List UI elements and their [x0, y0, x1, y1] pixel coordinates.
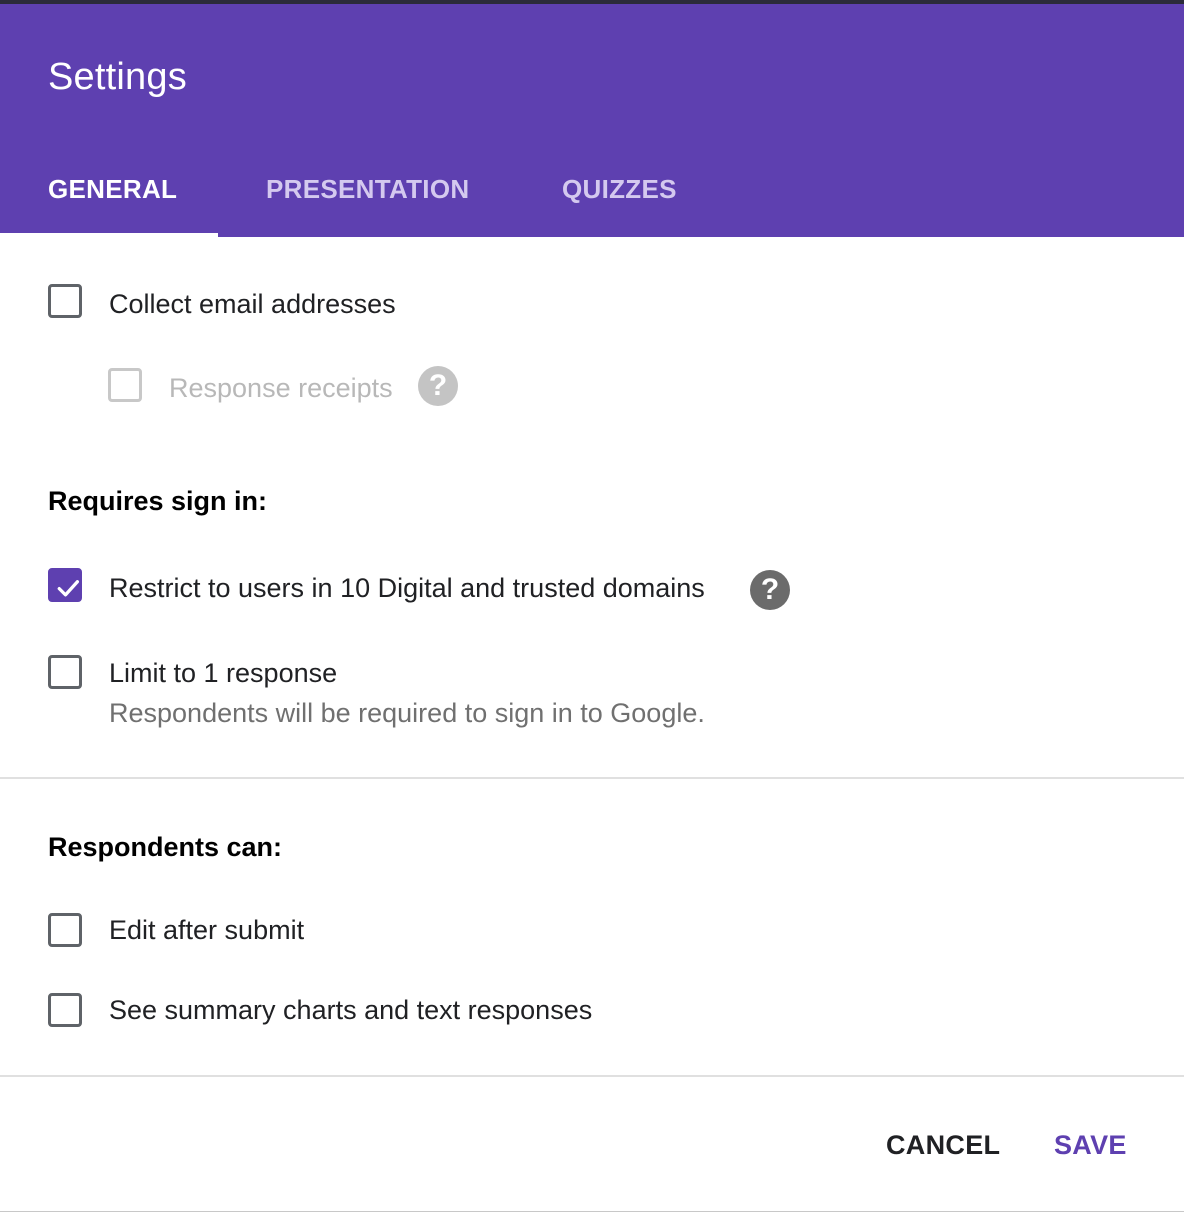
- checkmark-icon: [57, 580, 79, 597]
- tab-general[interactable]: GENERAL: [48, 174, 177, 205]
- tab-quizzes[interactable]: QUIZZES: [562, 174, 677, 205]
- limit-response-label: Limit to 1 response: [109, 658, 338, 688]
- requires-sign-in-heading: Requires sign in:: [48, 486, 268, 516]
- see-summary-label: See summary charts and text responses: [109, 995, 593, 1025]
- dialog-header: Settings GENERAL PRESENTATION QUIZZES: [0, 4, 1184, 238]
- dialog-title: Settings: [48, 56, 187, 98]
- limit-response-subtext: Respondents will be required to sign in …: [109, 698, 705, 728]
- see-summary-checkbox[interactable]: [48, 993, 82, 1027]
- tab-presentation[interactable]: PRESENTATION: [266, 174, 469, 205]
- settings-dialog: Settings GENERAL PRESENTATION QUIZZES Co…: [0, 0, 1184, 1212]
- response-receipts-label: Response receipts: [169, 373, 393, 403]
- section-divider: [0, 777, 1184, 779]
- active-tab-indicator: [0, 233, 218, 238]
- restrict-domain-help-icon[interactable]: ?: [750, 570, 790, 610]
- footer-divider: [0, 1075, 1184, 1077]
- respondents-can-heading: Respondents can:: [48, 832, 283, 862]
- restrict-domain-label: Restrict to users in 10 Digital and trus…: [109, 573, 705, 603]
- response-receipts-checkbox: [108, 368, 142, 402]
- response-receipts-help-icon[interactable]: ?: [418, 366, 458, 406]
- save-button[interactable]: SAVE: [1054, 1130, 1127, 1161]
- edit-after-submit-checkbox[interactable]: [48, 913, 82, 947]
- collect-email-checkbox[interactable]: [48, 284, 82, 318]
- restrict-domain-checkbox[interactable]: [48, 568, 82, 602]
- limit-response-checkbox[interactable]: [48, 655, 82, 689]
- cancel-button[interactable]: CANCEL: [886, 1130, 1000, 1161]
- collect-email-label: Collect email addresses: [109, 289, 396, 319]
- edit-after-submit-label: Edit after submit: [109, 915, 305, 945]
